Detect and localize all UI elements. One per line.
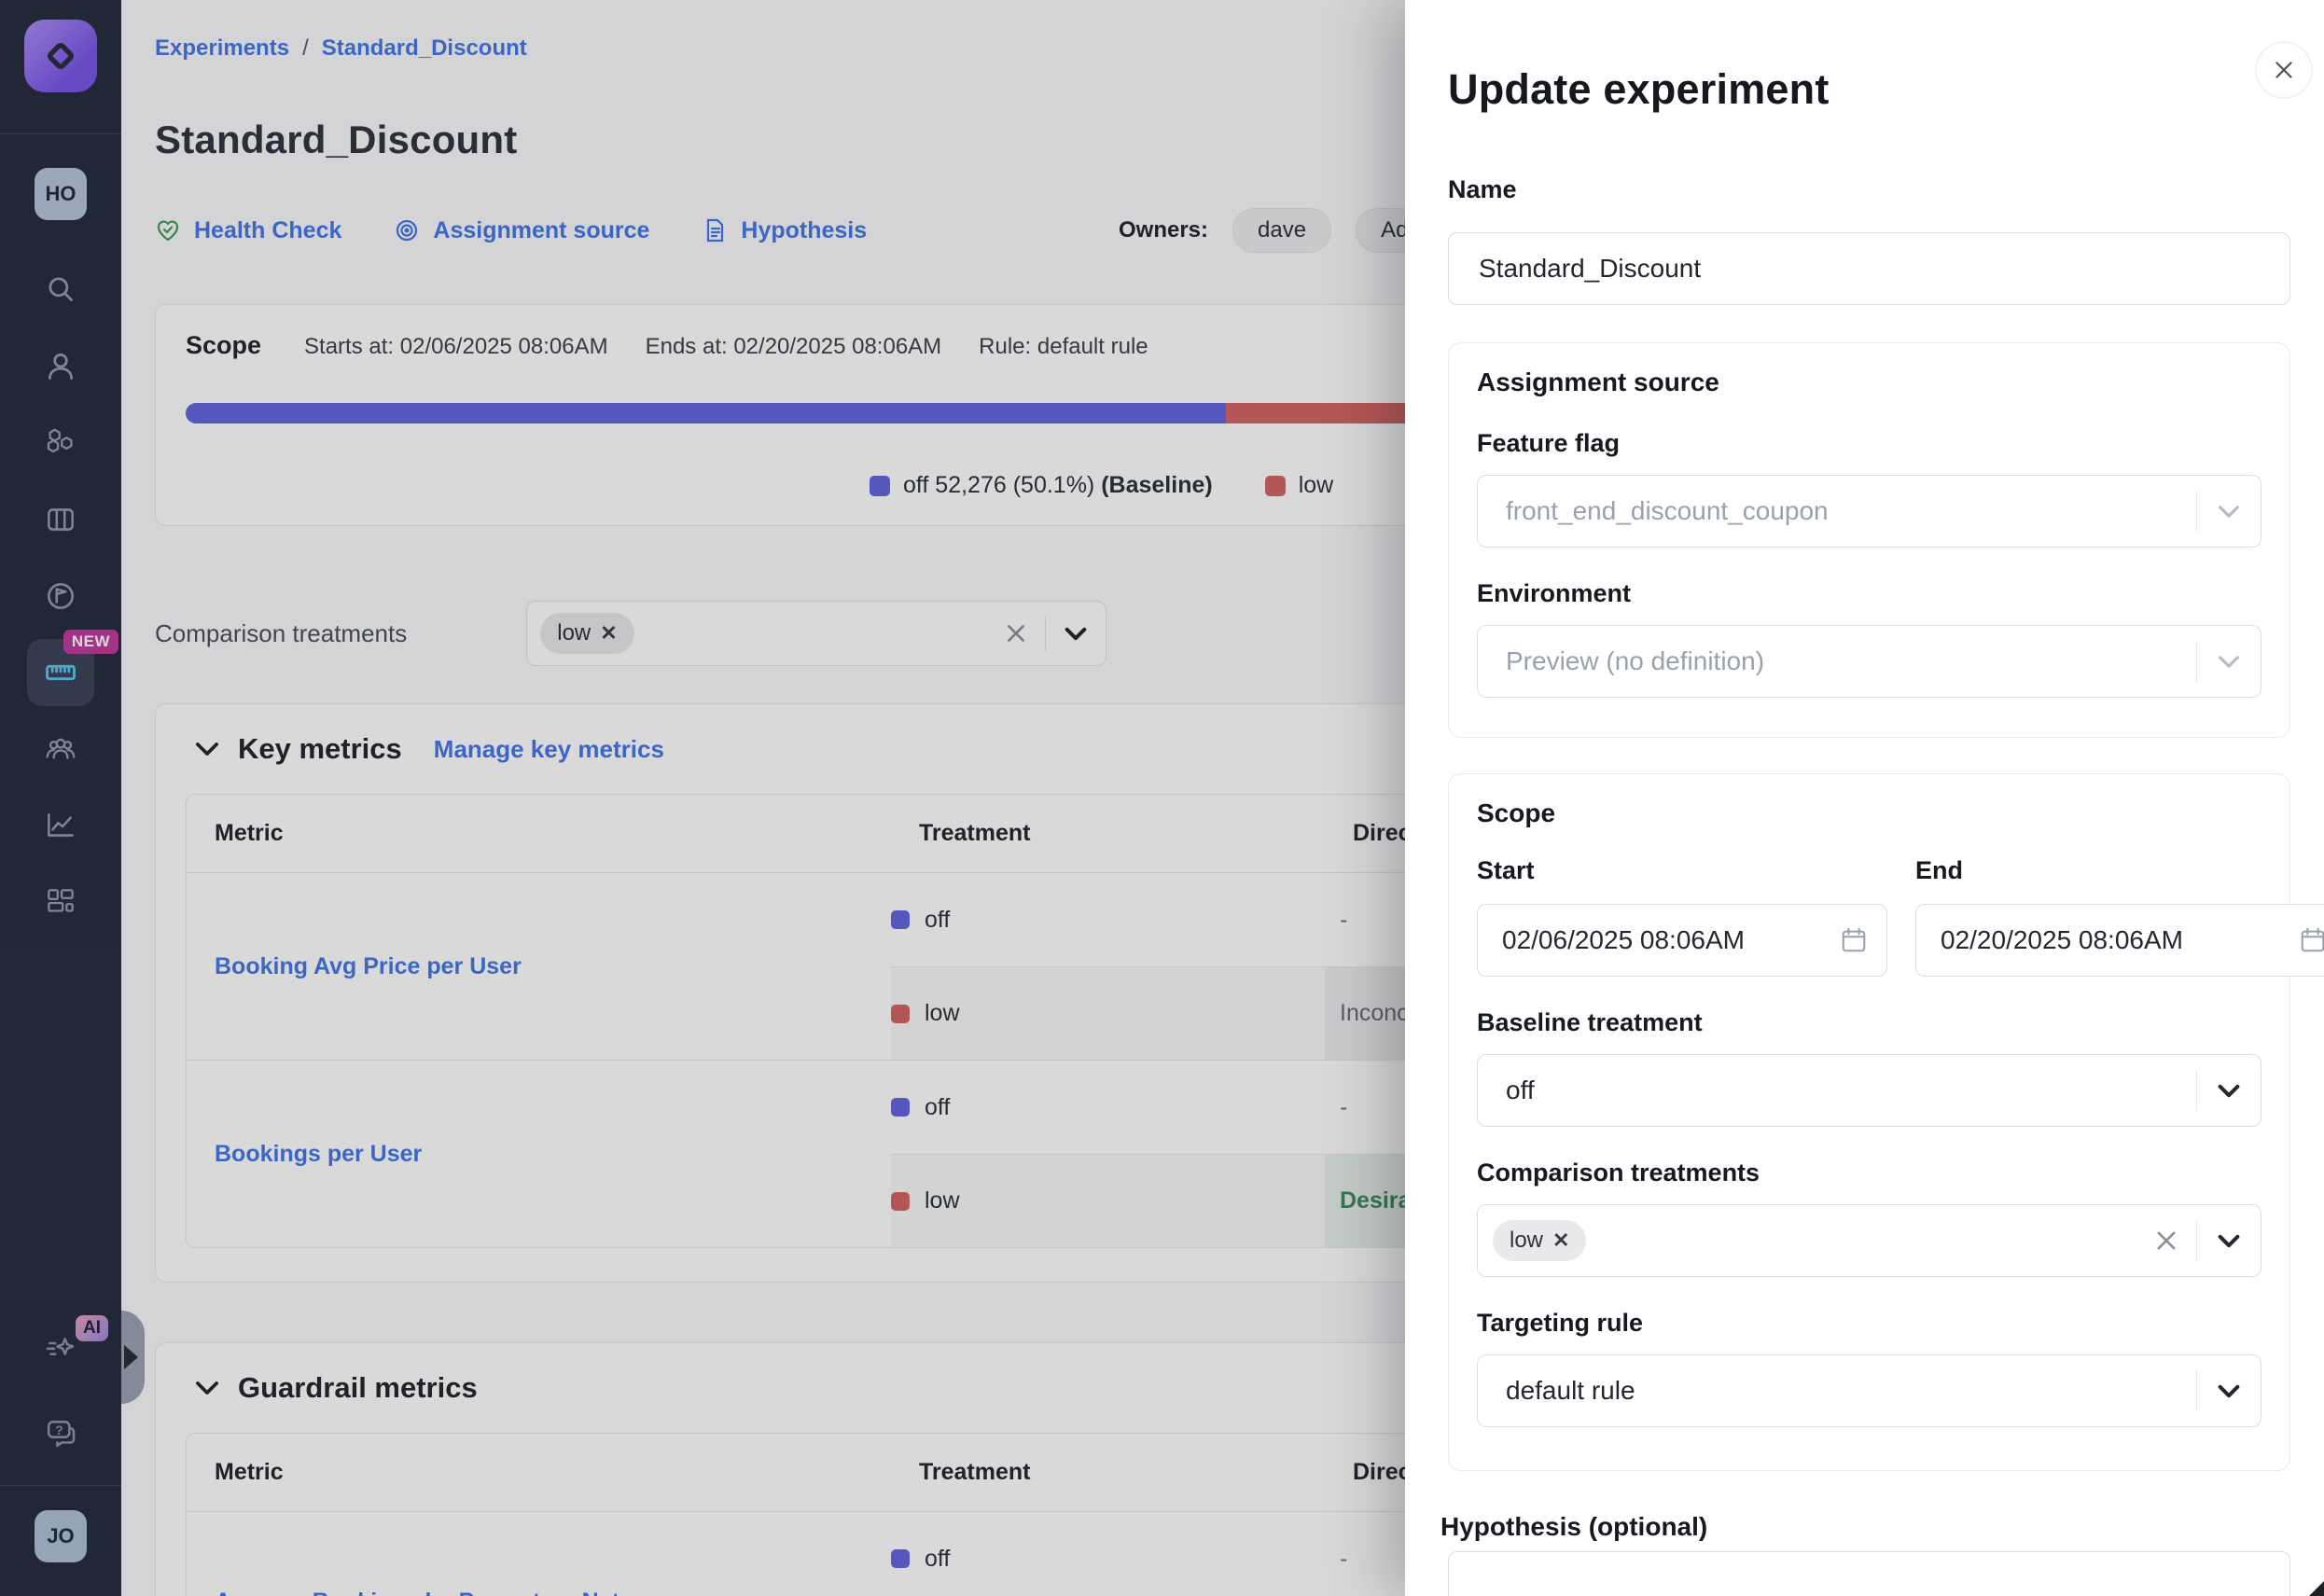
assignment-source-title: Assignment source [1477, 368, 2261, 397]
panel-comparison-label: Comparison treatments [1477, 1159, 2261, 1187]
update-experiment-panel: Update experiment Name Standard_Discount… [1405, 0, 2324, 1596]
close-icon [2272, 58, 2296, 82]
close-button[interactable] [2255, 41, 2313, 99]
hypothesis-textarea[interactable] [1448, 1551, 2290, 1596]
feature-flag-label: Feature flag [1477, 429, 2261, 458]
hypothesis-optional-label: Hypothesis (optional) [1440, 1512, 2290, 1542]
clear-selection-icon[interactable] [2136, 1228, 2196, 1254]
resize-corner-icon [2309, 1581, 2324, 1596]
chevron-down-icon[interactable] [2197, 1384, 2261, 1398]
treatment-chip-low[interactable]: low ✕ [1493, 1220, 1586, 1261]
panel-comparison-select[interactable]: low ✕ [1477, 1204, 2261, 1277]
environment-value: Preview (no definition) [1506, 646, 1764, 676]
baseline-treatment-label: Baseline treatment [1477, 1008, 2261, 1037]
start-label: Start [1477, 856, 1535, 884]
modal-scrim[interactable] [0, 0, 1405, 1596]
targeting-rule-select[interactable]: default rule [1477, 1354, 2261, 1427]
assignment-source-card: Assignment source Feature flag front_end… [1448, 342, 2290, 738]
name-value: Standard_Discount [1479, 254, 1701, 284]
name-input[interactable]: Standard_Discount [1448, 232, 2290, 305]
baseline-treatment-value: off [1506, 1076, 1535, 1105]
date-range-grid: Start 02/06/2025 08:06AM End 02/20/2025 … [1477, 856, 2261, 977]
calendar-icon[interactable] [1840, 926, 1868, 954]
targeting-rule-label: Targeting rule [1477, 1309, 2261, 1338]
baseline-treatment-select[interactable]: off [1477, 1054, 2261, 1127]
start-date-value: 02/06/2025 08:06AM [1502, 925, 1745, 955]
chevron-down-icon [2197, 505, 2261, 519]
end-label: End [1915, 856, 1963, 884]
end-date-input[interactable]: 02/20/2025 08:06AM [1915, 904, 2324, 977]
screen: HO [0, 0, 2324, 1596]
feature-flag-select[interactable]: front_end_discount_coupon [1477, 475, 2261, 548]
environment-select[interactable]: Preview (no definition) [1477, 625, 2261, 698]
start-date-input[interactable]: 02/06/2025 08:06AM [1477, 904, 1887, 977]
chip-label: low [1510, 1228, 1543, 1254]
chip-remove-icon[interactable]: ✕ [1552, 1228, 1569, 1253]
feature-flag-value: front_end_discount_coupon [1506, 496, 1829, 526]
targeting-rule-value: default rule [1506, 1376, 1635, 1406]
chevron-down-icon[interactable] [2197, 1234, 2261, 1248]
panel-title: Update experiment [1448, 65, 2290, 114]
environment-label: Environment [1477, 579, 2261, 608]
name-label: Name [1448, 175, 2290, 204]
panel-scope-card: Scope Start 02/06/2025 08:06AM End 02/20… [1448, 773, 2290, 1471]
end-date-value: 02/20/2025 08:06AM [1941, 925, 2183, 955]
panel-scope-title: Scope [1477, 798, 2261, 828]
chevron-down-icon[interactable] [2197, 1084, 2261, 1098]
calendar-icon[interactable] [2299, 926, 2324, 954]
chevron-down-icon [2197, 655, 2261, 669]
